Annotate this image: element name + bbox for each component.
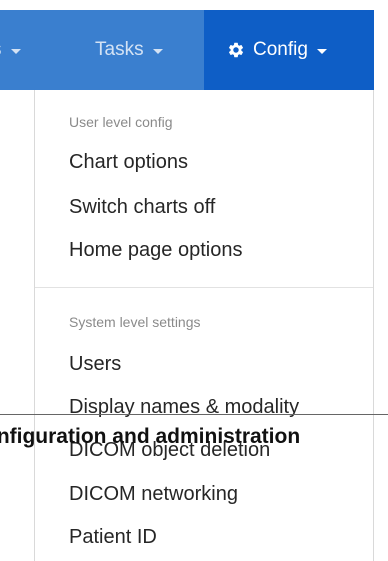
menu-item-patient-id[interactable]: Patient ID [69,526,157,549]
menu-item-switch-charts-off[interactable]: Switch charts off [69,196,215,219]
menu-item-chart-options[interactable]: Chart options [69,151,188,174]
nav-item-config-label: Config [253,39,308,60]
nav-item-tasks-label: Tasks [95,39,144,60]
chevron-down-icon [10,48,21,54]
chevron-down-icon [316,48,327,54]
screenshot-stage: s Tasks Config User level config Chart o… [0,0,388,561]
menu-item-dicom-networking[interactable]: DICOM networking [69,483,238,506]
nav-item-tasks[interactable]: Tasks [95,10,163,90]
section-header-user-level: User level config [69,114,173,130]
section-header-system-level: System level settings [69,314,201,330]
caption-title: onfiguration and administration [0,425,301,448]
nav-item-partial[interactable]: s [0,10,21,90]
gear-icon [228,42,244,58]
menu-item-display-names-modality[interactable]: Display names & modality [69,396,299,419]
caption-divider [0,414,388,415]
nav-item-partial-label: s [0,39,2,61]
nav-item-config[interactable]: Config [204,10,374,90]
menu-divider [35,287,373,288]
top-navbar: s Tasks Config [0,10,374,90]
config-dropdown-menu: User level config Chart options Switch c… [34,90,374,561]
menu-item-users[interactable]: Users [69,353,121,376]
chevron-down-icon [152,48,163,54]
menu-item-home-page-options[interactable]: Home page options [69,239,242,262]
